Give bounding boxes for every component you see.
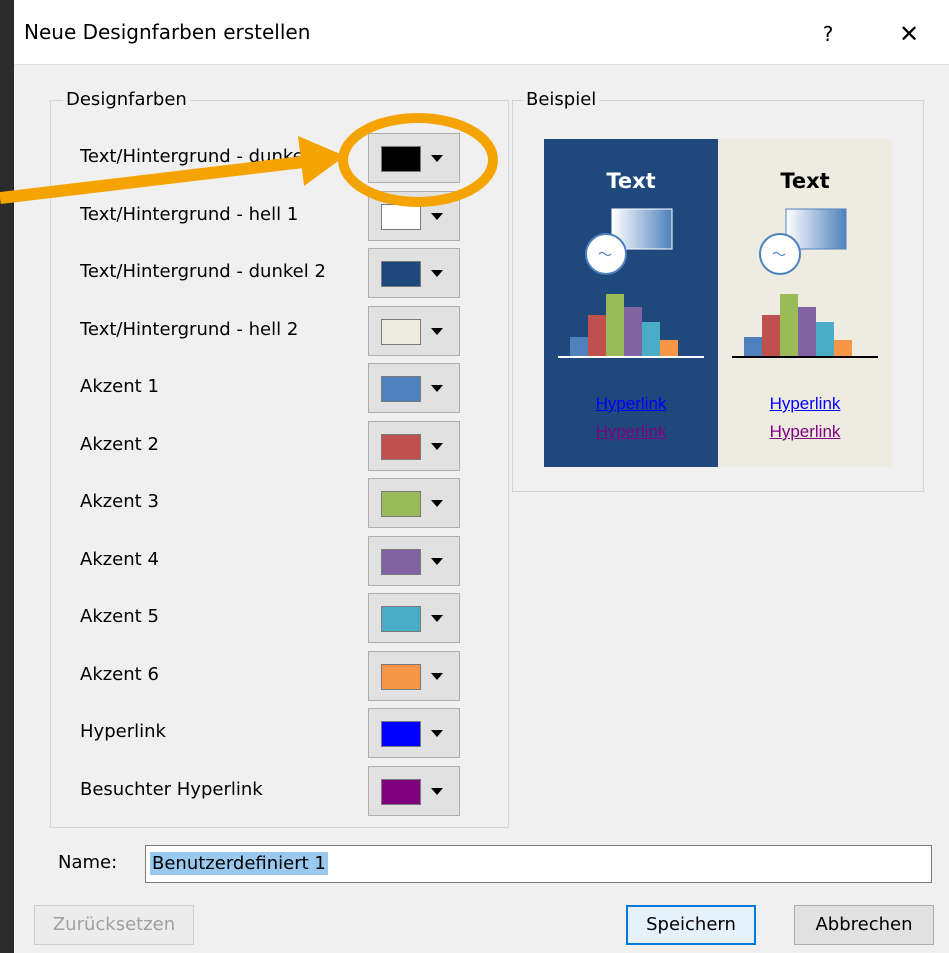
color-swatch bbox=[381, 319, 421, 345]
preview-bar bbox=[816, 322, 834, 357]
color-picker-button[interactable] bbox=[368, 651, 460, 701]
color-swatch bbox=[381, 664, 421, 690]
color-swatch bbox=[381, 434, 421, 460]
color-row-label: Akzent 1 bbox=[80, 376, 159, 397]
preview-bar bbox=[744, 337, 762, 357]
theme-colors-legend: Designfarben bbox=[63, 89, 190, 110]
color-picker-button[interactable] bbox=[368, 708, 460, 758]
color-picker-button[interactable] bbox=[368, 421, 460, 471]
dropdown-arrow-icon bbox=[431, 443, 443, 450]
color-picker-button[interactable] bbox=[368, 133, 460, 183]
preview-bar bbox=[570, 337, 588, 357]
close-button[interactable]: ✕ bbox=[889, 14, 929, 54]
preview-light-visited-hyperlink: Hyperlink bbox=[769, 422, 841, 441]
name-input[interactable]: Benutzerdefiniert 1 bbox=[145, 845, 932, 883]
color-swatch bbox=[381, 779, 421, 805]
preview-bar bbox=[606, 294, 624, 357]
color-picker-button[interactable] bbox=[368, 191, 460, 241]
preview-dark-hyperlink: Hyperlink bbox=[595, 394, 667, 413]
color-row-label: Hyperlink bbox=[80, 721, 166, 742]
preview-bar bbox=[660, 340, 678, 357]
title-bar: Neue Designfarben erstellen ? ✕ bbox=[14, 0, 949, 65]
color-swatch bbox=[381, 606, 421, 632]
preview-shape-circle bbox=[759, 233, 801, 275]
dropdown-arrow-icon bbox=[431, 328, 443, 335]
color-picker-button[interactable] bbox=[368, 593, 460, 643]
dropdown-arrow-icon bbox=[431, 615, 443, 622]
dropdown-arrow-icon bbox=[431, 673, 443, 680]
color-row-label: Text/Hintergrund - dunkel 2 bbox=[80, 261, 326, 282]
color-swatch bbox=[381, 491, 421, 517]
name-input-value: Benutzerdefiniert 1 bbox=[150, 852, 328, 875]
color-picker-button[interactable] bbox=[368, 248, 460, 298]
preview-bar bbox=[642, 322, 660, 357]
color-swatch bbox=[381, 376, 421, 402]
color-row-label: Akzent 4 bbox=[80, 549, 159, 570]
color-picker-button[interactable] bbox=[368, 306, 460, 356]
preview-light-hyperlink: Hyperlink bbox=[769, 394, 841, 413]
name-label: Name: bbox=[58, 852, 118, 873]
cancel-button[interactable]: Abbrechen bbox=[794, 905, 934, 945]
preview-light-title: Text bbox=[780, 169, 830, 193]
dialog-title: Neue Designfarben erstellen bbox=[24, 20, 311, 44]
color-swatch bbox=[381, 261, 421, 287]
color-picker-button[interactable] bbox=[368, 363, 460, 413]
color-swatch bbox=[381, 549, 421, 575]
sample-legend: Beispiel bbox=[523, 89, 600, 110]
dropdown-arrow-icon bbox=[431, 500, 443, 507]
color-row-label: Text/Hintergrund - dunkel 1 bbox=[80, 146, 326, 167]
create-theme-colors-dialog: Neue Designfarben erstellen ? ✕ Designfa… bbox=[14, 0, 949, 953]
dropdown-arrow-icon bbox=[431, 155, 443, 162]
dropdown-arrow-icon bbox=[431, 385, 443, 392]
dropdown-arrow-icon bbox=[431, 730, 443, 737]
sample-preview: Text Hyperlink Hyperlink Text Hyperlink … bbox=[544, 139, 892, 467]
dropdown-arrow-icon bbox=[431, 558, 443, 565]
preview-bar bbox=[624, 307, 642, 357]
dropdown-arrow-icon bbox=[431, 788, 443, 795]
save-button[interactable]: Speichern bbox=[626, 905, 756, 945]
color-picker-button[interactable] bbox=[368, 536, 460, 586]
preview-bar bbox=[762, 315, 780, 357]
preview-dark-panel: Text Hyperlink Hyperlink bbox=[544, 139, 718, 467]
color-row-label: Text/Hintergrund - hell 2 bbox=[80, 319, 299, 340]
color-row-label: Akzent 2 bbox=[80, 434, 159, 455]
preview-light-panel: Text Hyperlink Hyperlink bbox=[718, 139, 892, 467]
dropdown-arrow-icon bbox=[431, 213, 443, 220]
color-row-label: Text/Hintergrund - hell 1 bbox=[80, 204, 299, 225]
preview-dark-title: Text bbox=[606, 169, 656, 193]
color-swatch bbox=[381, 146, 421, 172]
preview-bar bbox=[780, 294, 798, 357]
preview-shape-circle bbox=[585, 233, 627, 275]
color-row-label: Akzent 5 bbox=[80, 606, 159, 627]
reset-button[interactable]: Zurücksetzen bbox=[34, 905, 194, 945]
preview-dark-visited-hyperlink: Hyperlink bbox=[595, 422, 667, 441]
color-picker-button[interactable] bbox=[368, 766, 460, 816]
color-picker-button[interactable] bbox=[368, 478, 460, 528]
color-swatch bbox=[381, 204, 421, 230]
help-button[interactable]: ? bbox=[808, 14, 848, 54]
color-swatch bbox=[381, 721, 421, 747]
dropdown-arrow-icon bbox=[431, 270, 443, 277]
color-row-label: Akzent 3 bbox=[80, 491, 159, 512]
color-row-label: Besuchter Hyperlink bbox=[80, 779, 263, 800]
color-row-label: Akzent 6 bbox=[80, 664, 159, 685]
preview-bar bbox=[834, 340, 852, 357]
preview-bar bbox=[588, 315, 606, 357]
preview-bar bbox=[798, 307, 816, 357]
